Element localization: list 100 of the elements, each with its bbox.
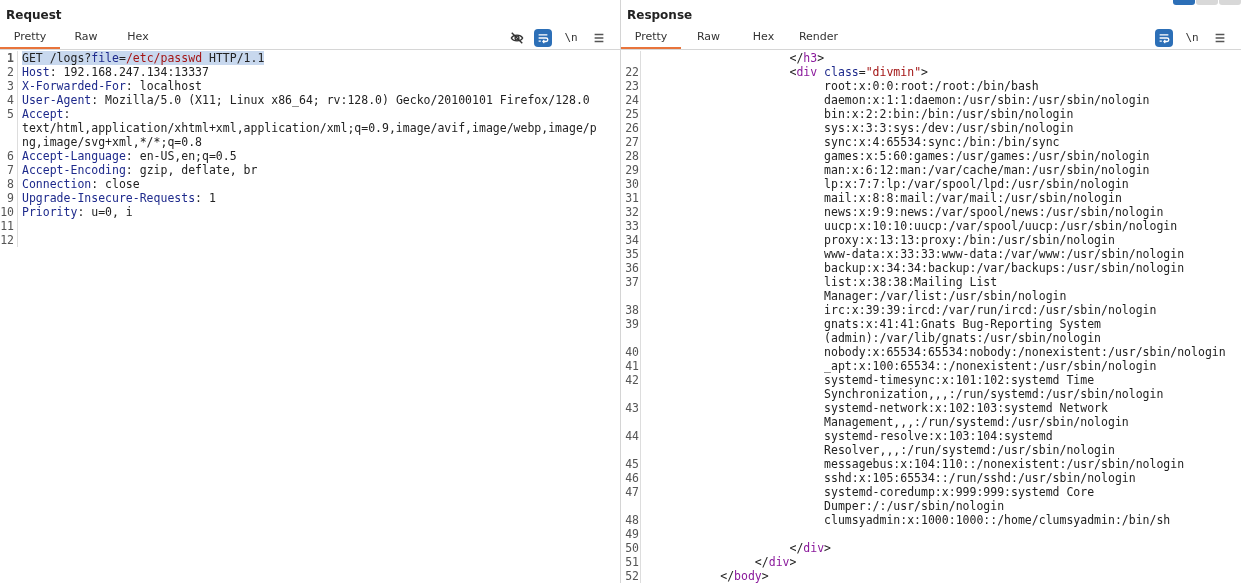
line-number: 32	[625, 205, 639, 219]
line-number: 3	[7, 79, 14, 93]
line-number: 31	[625, 191, 639, 205]
code-line: _apt:x:100:65534::/nonexistent:/usr/sbin/nologin	[823, 359, 1157, 373]
code-line: bin:x:2:2:bin:/bin:/usr/sbin/nologin	[823, 107, 1074, 121]
line-number: 22	[625, 65, 639, 79]
code-line: messagebus:x:104:110::/nonexistent:/usr/sbin/nologin	[823, 457, 1185, 471]
tab[interactable]: Pretty	[621, 26, 681, 49]
code-line: irc:x:39:39:ircd:/var/run/ircd:/usr/sbin/nologin	[823, 303, 1157, 317]
code-line: news:x:9:9:news:/var/spool/news:/usr/sbin/nologin	[823, 205, 1164, 219]
tab[interactable]: Pretty	[0, 26, 60, 49]
code-line: </div>	[753, 555, 797, 569]
line-number: 50	[625, 541, 639, 555]
code-line: systemd-resolve:x:103:104:systemd	[823, 429, 1053, 443]
code-line: daemon:x:1:1:daemon:/usr/sbin:/usr/sbin/nologin	[823, 93, 1150, 107]
code-line: games:x:5:60:games:/usr/games:/usr/sbin/nologin	[823, 149, 1150, 163]
line-number: 1	[7, 51, 14, 65]
word-wrap-button[interactable]	[534, 28, 552, 47]
line-number: 42	[625, 373, 639, 387]
newline-toggle-button[interactable]: \n	[560, 28, 582, 47]
code-line: (admin):/var/lib/gnats:/usr/sbin/nologin	[823, 331, 1102, 345]
tab[interactable]: Hex	[736, 26, 791, 49]
code-line: <div class="divmin">	[788, 65, 928, 79]
code-line: sync:x:4:65534:sync:/bin:/bin/sync	[823, 135, 1060, 149]
line-number: 4	[7, 93, 14, 107]
line-number: 37	[625, 275, 639, 289]
pane-title: Request	[5, 7, 62, 24]
code-line: mail:x:8:8:mail:/var/mail:/usr/sbin/nologin	[823, 191, 1122, 205]
line-number: 45	[625, 457, 639, 471]
line-number: 47	[625, 485, 639, 499]
code-line: Accept:	[22, 107, 71, 121]
code-line: Manager:/var/list:/usr/sbin/nologin	[823, 289, 1067, 303]
code-line: Dumper:/:/usr/sbin/nologin	[823, 499, 1005, 513]
line-number: 34	[625, 233, 639, 247]
code-line: lp:x:7:7:lp:/var/spool/lpd:/usr/sbin/nologin	[823, 177, 1129, 191]
line-number: 11	[0, 219, 14, 233]
code-line: Management,,,:/run/systemd:/usr/sbin/nologin	[823, 415, 1129, 429]
code-line: Accept-Language: en-US,en;q=0.5	[22, 149, 237, 163]
hidden-eye-icon	[510, 30, 524, 45]
line-number: 49	[625, 527, 639, 541]
code-line: proxy:x:13:13:proxy:/bin:/usr/sbin/nologin	[823, 233, 1115, 247]
code-line: clumsyadmin:x:1000:1000::/home/clumsyadmin:/bin/sh	[823, 513, 1171, 527]
line-number: 39	[625, 317, 639, 331]
line-number: 40	[625, 345, 639, 359]
line-number: 46	[625, 471, 639, 485]
code-line: Synchronization,,,:/run/systemd:/usr/sbin/nologin	[823, 387, 1164, 401]
code-line: list:x:38:38:Mailing List	[823, 275, 998, 289]
line-number: 6	[7, 149, 14, 163]
line-number: 28	[625, 149, 639, 163]
code-line: gnats:x:41:41:Gnats Bug-Reporting System	[823, 317, 1102, 331]
line-number: 51	[625, 555, 639, 569]
tab[interactable]: Raw	[60, 26, 112, 49]
code-line: Host: 192.168.247.134:13337	[22, 65, 209, 79]
line-number: 8	[7, 177, 14, 191]
code-line: Upgrade-Insecure-Requests: 1	[22, 191, 216, 205]
tab[interactable]: Hex	[112, 26, 164, 49]
code-line: root:x:0:0:root:/root:/bin/bash	[823, 79, 1039, 93]
line-number: 36	[625, 261, 639, 275]
code-line: text/html,application/xhtml+xml,application/xml;q=0.9,image/avif,image/webp,image/p	[22, 121, 597, 135]
code-line: Connection: close	[22, 177, 140, 191]
line-number: 24	[625, 93, 639, 107]
line-number: 27	[625, 135, 639, 149]
line-number: 5	[7, 107, 14, 121]
code-line: nobody:x:65534:65534:nobody:/nonexistent:/usr/sbin/nologin	[823, 345, 1226, 359]
tab[interactable]: Raw	[681, 26, 736, 49]
pane-title: Response	[626, 7, 693, 24]
code-line: </h3>	[788, 51, 825, 65]
line-number: 48	[625, 513, 639, 527]
newline-toggle-button[interactable]: \n	[1181, 28, 1203, 47]
code-line: </div>	[789, 541, 832, 555]
line-number: 23	[625, 79, 639, 93]
line-number: 35	[625, 247, 639, 261]
word-wrap-button[interactable]	[1155, 28, 1173, 47]
code-line: sys:x:3:3:sys:/dev:/usr/sbin/nologin	[823, 121, 1074, 135]
line-number: 52	[625, 569, 639, 583]
code-line: systemd-network:x:102:103:systemd Network	[823, 401, 1108, 415]
tab[interactable]: Render	[791, 26, 846, 49]
code-line: backup:x:34:34:backup:/var/backups:/usr/sbin/nologin	[823, 261, 1185, 275]
line-number: 33	[625, 219, 639, 233]
line-number: 41	[625, 359, 639, 373]
code-line: sshd:x:105:65534::/run/sshd:/usr/sbin/nologin	[823, 471, 1136, 485]
code-line: User-Agent: Mozilla/5.0 (X11; Linux x86_64; rv:128.0) Gecko/20100101 Firefox/128.0	[22, 93, 590, 107]
line-number: 2	[7, 65, 14, 79]
code-line: systemd-timesync:x:101:102:systemd Time	[823, 373, 1095, 387]
code-line: X-Forwarded-For: localhost	[22, 79, 203, 93]
code-line: www-data:x:33:33:www-data:/var/www:/usr/sbin/nologin	[823, 247, 1185, 261]
line-number: 9	[7, 191, 14, 205]
code-line: Priority: u=0, i	[22, 205, 133, 219]
code-line: Resolver,,,:/run/systemd:/usr/sbin/nologin	[823, 443, 1115, 457]
code-line: systemd-coredump:x:999:999:systemd Core	[823, 485, 1095, 499]
line-number: 29	[625, 163, 639, 177]
line-number: 44	[625, 429, 639, 443]
line-number: 25	[625, 107, 639, 121]
line-number: 26	[625, 121, 639, 135]
line-number: 12	[0, 233, 14, 247]
code-line: uucp:x:10:10:uucp:/var/spool/uucp:/usr/sbin/nologin	[823, 219, 1178, 233]
line-number: 7	[7, 163, 14, 177]
line-number: 10	[0, 205, 14, 219]
code-line: ng,image/svg+xml,*/*;q=0.8	[22, 135, 202, 149]
code-line: Accept-Encoding: gzip, deflate, br	[22, 163, 258, 177]
